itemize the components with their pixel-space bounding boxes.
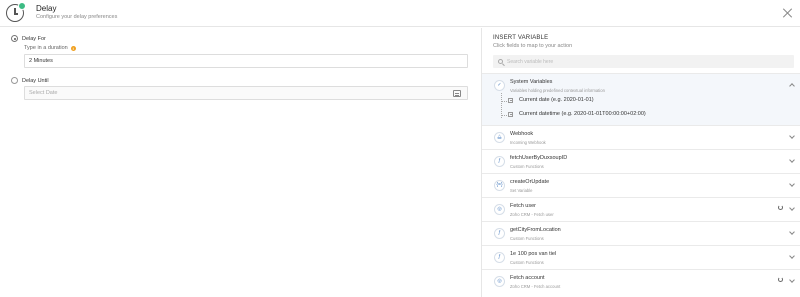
variable-group-description: Custom Functions [510, 236, 544, 241]
delay-for-option[interactable]: Delay For [11, 35, 46, 42]
variable-group-name: Webhook [510, 131, 534, 137]
header: Delay Configure your delay preferences [0, 0, 800, 27]
chevron-down-icon[interactable] [789, 205, 795, 211]
page-subtitle: Configure your delay preferences [36, 14, 118, 20]
calendar-icon [508, 111, 513, 117]
variable-group-name: createOrUpdate [510, 179, 550, 185]
function-icon: ƒ [494, 156, 505, 167]
delay-until-option[interactable]: Delay Until [11, 77, 49, 84]
insert-variable-panel: INSERT VARIABLE Click fields to map to y… [481, 28, 800, 297]
variable-group-name: Fetch user [510, 203, 536, 209]
close-icon[interactable] [782, 7, 794, 19]
tree-connector [501, 115, 507, 116]
chevron-down-icon[interactable] [789, 229, 795, 235]
calendar-icon[interactable] [453, 90, 461, 97]
variable-group-name: fetchUserByDuxsoupID [510, 155, 568, 161]
variable-group[interactable]: ⧋ Webhook Incoming Webhook [482, 125, 800, 149]
variable-group-name: Fetch account [510, 275, 545, 281]
set-variable-icon: {=} [494, 180, 505, 191]
zoho-crm-icon: ◎ [494, 276, 505, 287]
variable-group-name: 1e 100 pos van tiel [510, 251, 557, 257]
variable-search-input[interactable]: Search variable here [493, 55, 794, 68]
chevron-up-icon[interactable] [789, 83, 795, 89]
refresh-icon[interactable] [778, 205, 783, 210]
duration-hint: Type in a duration i [24, 45, 76, 51]
variable-group[interactable]: ✓ System Variables Variables holding prede… [482, 73, 800, 125]
delay-settings-panel: Delay For Type in a duration i 2 Minutes… [0, 28, 480, 297]
variable-group-name: System Variables [510, 79, 553, 85]
variable-group[interactable]: ◎ Fetch account Zoho CRM - Fetch account [482, 269, 800, 293]
tree-connector [501, 101, 507, 102]
delay-until-label: Delay Until [22, 77, 49, 84]
chevron-down-icon[interactable] [789, 277, 795, 283]
variable-group-description: Custom Functions [510, 164, 544, 169]
system-variable-label: Current date (e.g. 2020-01-01) [519, 97, 594, 103]
clock-icon [6, 2, 26, 22]
variable-group-description: Zoho CRM - Fetch account [510, 284, 561, 289]
page-title: Delay [36, 4, 57, 13]
date-picker-input[interactable]: Select Date [24, 86, 468, 100]
check-circle-icon: ✓ [494, 80, 505, 91]
info-icon[interactable]: i [70, 45, 76, 51]
delay-for-radio[interactable] [11, 35, 18, 42]
duration-hint-text: Type in a duration [24, 45, 68, 51]
delay-for-label: Delay For [22, 35, 46, 42]
refresh-icon[interactable] [778, 277, 783, 282]
variable-group[interactable]: ◎ Fetch user Zoho CRM - Fetch user [482, 197, 800, 221]
variable-group[interactable]: {=} createOrUpdate Set Variable [482, 173, 800, 197]
calendar-icon [508, 97, 513, 103]
webhook-icon: ⧋ [494, 132, 505, 143]
variable-group[interactable]: ƒ 1e 100 pos van tiel Custom Functions [482, 245, 800, 269]
variable-group-description: Incoming Webhook [510, 140, 546, 145]
search-icon [498, 59, 503, 64]
search-placeholder: Search variable here [507, 58, 554, 65]
function-icon: ƒ [494, 228, 505, 239]
variable-group-description: Variables holding predefined contextual … [510, 88, 605, 93]
chevron-down-icon[interactable] [789, 253, 795, 259]
system-variable-label: Current datetime (e.g. 2020-01-01T00:00:… [519, 111, 646, 117]
variable-group[interactable]: ƒ getCityFromLocation Custom Functions [482, 221, 800, 245]
function-icon: ƒ [494, 252, 505, 263]
date-picker-placeholder: Select Date [29, 90, 58, 96]
zoho-crm-icon: ◎ [494, 204, 505, 215]
duration-input[interactable]: 2 Minutes [24, 54, 468, 68]
insert-variable-subtitle: Click fields to map to your action [493, 43, 573, 49]
variable-group-description: Zoho CRM - Fetch user [510, 212, 554, 217]
chevron-down-icon[interactable] [789, 181, 795, 187]
chevron-down-icon[interactable] [789, 133, 795, 139]
variable-group-description: Set Variable [510, 188, 533, 193]
variable-group-name: getCityFromLocation [510, 227, 561, 233]
system-variable-item[interactable]: Current datetime (e.g. 2020-01-01T00:00:… [508, 111, 646, 117]
delay-until-radio[interactable] [11, 77, 18, 84]
variable-group[interactable]: ƒ fetchUserByDuxsoupID Custom Functions [482, 149, 800, 173]
insert-variable-title: INSERT VARIABLE [493, 35, 549, 41]
system-variable-item[interactable]: Current date (e.g. 2020-01-01) [508, 97, 594, 103]
chevron-down-icon[interactable] [789, 157, 795, 163]
variable-group-description: Custom Functions [510, 260, 544, 265]
